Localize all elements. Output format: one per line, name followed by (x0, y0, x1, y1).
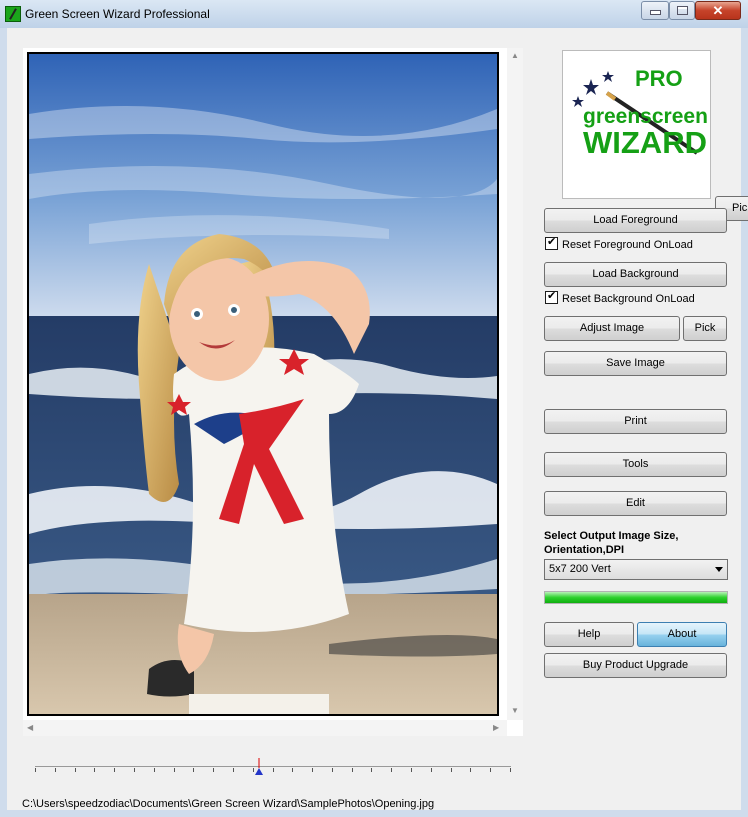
progress-bar (544, 591, 728, 604)
output-size-label-line1: Select Output Image Size, (544, 530, 679, 542)
help-button[interactable]: Help (544, 622, 634, 647)
maximize-icon (676, 6, 688, 15)
photo-illustration (29, 54, 497, 714)
slider-tick (312, 768, 313, 772)
save-image-button[interactable]: Save Image (544, 351, 727, 376)
output-size-value: 5x7 200 Vert (549, 563, 611, 575)
slider-tick (174, 768, 175, 772)
reset-foreground-label: Reset Foreground OnLoad (562, 239, 693, 251)
slider-tick (233, 768, 234, 772)
load-background-button[interactable]: Load Background (544, 262, 727, 287)
scroll-down-icon[interactable]: ▼ (511, 706, 519, 715)
logo-pro-text: PRO (635, 66, 683, 91)
slider-tick (154, 768, 155, 772)
output-size-label: Select Output Image Size, Orientation,DP… (544, 529, 678, 557)
slider-tick (134, 768, 135, 772)
progress-fill (545, 592, 727, 603)
pick-button[interactable]: Pick (683, 316, 727, 341)
buy-upgrade-button[interactable]: Buy Product Upgrade (544, 653, 727, 678)
tools-button[interactable]: Tools (544, 452, 727, 477)
adjust-image-button[interactable]: Adjust Image (544, 316, 680, 341)
output-size-dropdown[interactable]: 5x7 200 Vert (544, 559, 728, 580)
checkbox-checked-icon[interactable] (545, 235, 558, 250)
scroll-left-icon[interactable]: ◀ (27, 723, 33, 732)
slider-tick (35, 768, 36, 772)
slider-tick (114, 768, 115, 772)
title-bar[interactable]: Green Screen Wizard Professional ✕ (0, 0, 748, 28)
minimize-button[interactable] (641, 1, 669, 20)
slider-tick (213, 768, 214, 772)
client-area: ▲ ▼ ◀ ▶ C:\Users\speedzodiac\Documents\G… (7, 28, 748, 810)
window-title: Green Screen Wizard Professional (25, 7, 210, 21)
load-foreground-button[interactable]: Load Foreground (544, 208, 727, 233)
slider-tick (411, 768, 412, 772)
app-wand-icon (5, 6, 21, 22)
slider-tick (391, 768, 392, 772)
maximize-button[interactable] (669, 1, 695, 20)
slider-tick (490, 768, 491, 772)
file-path-status: C:\Users\speedzodiac\Documents\Green Scr… (22, 798, 435, 810)
slider-tick (431, 768, 432, 772)
horizontal-scrollbar[interactable]: ◀ ▶ (23, 720, 507, 736)
print-button[interactable]: Print (544, 409, 727, 434)
slider-tick (451, 768, 452, 772)
slider-tick (510, 768, 511, 772)
image-preview-panel: ▲ ▼ ◀ ▶ (23, 48, 523, 736)
composite-photo[interactable] (27, 52, 499, 716)
slider-thumb[interactable] (254, 758, 264, 776)
checkbox-checked-icon[interactable] (545, 289, 558, 304)
minimize-icon (649, 10, 661, 15)
reset-background-checkbox[interactable]: Reset Background OnLoad (545, 289, 695, 305)
slider-tick (352, 768, 353, 772)
reset-background-label: Reset Background OnLoad (562, 293, 695, 305)
edit-button[interactable]: Edit (544, 491, 727, 516)
slider-tick (55, 768, 56, 772)
vertical-scrollbar[interactable]: ▲ ▼ (507, 48, 523, 720)
zoom-slider[interactable] (35, 758, 511, 784)
about-button[interactable]: About (637, 622, 727, 647)
green-screen-wizard-logo: PRO greenscreen WIZARD (562, 50, 711, 199)
scroll-up-icon[interactable]: ▲ (511, 51, 519, 60)
slider-tick (371, 768, 372, 772)
slider-track (35, 766, 511, 767)
slider-tick (332, 768, 333, 772)
slider-tick (94, 768, 95, 772)
slider-tick (75, 768, 76, 772)
slider-tick (193, 768, 194, 772)
reset-foreground-checkbox[interactable]: Reset Foreground OnLoad (545, 235, 693, 251)
application-window: Green Screen Wizard Professional ✕ ▲ ▼ ◀… (0, 0, 748, 817)
logo-graphic: PRO greenscreen WIZARD (572, 66, 708, 160)
close-icon: ✕ (712, 3, 724, 18)
scroll-right-icon[interactable]: ▶ (493, 723, 499, 732)
slider-tick (292, 768, 293, 772)
close-button[interactable]: ✕ (695, 1, 741, 20)
logo-wizard-text: WIZARD (583, 125, 707, 160)
slider-tick (273, 768, 274, 772)
slider-tick (470, 768, 471, 772)
chevron-down-icon[interactable] (715, 567, 723, 572)
output-size-label-line2: Orientation,DPI (544, 544, 625, 556)
